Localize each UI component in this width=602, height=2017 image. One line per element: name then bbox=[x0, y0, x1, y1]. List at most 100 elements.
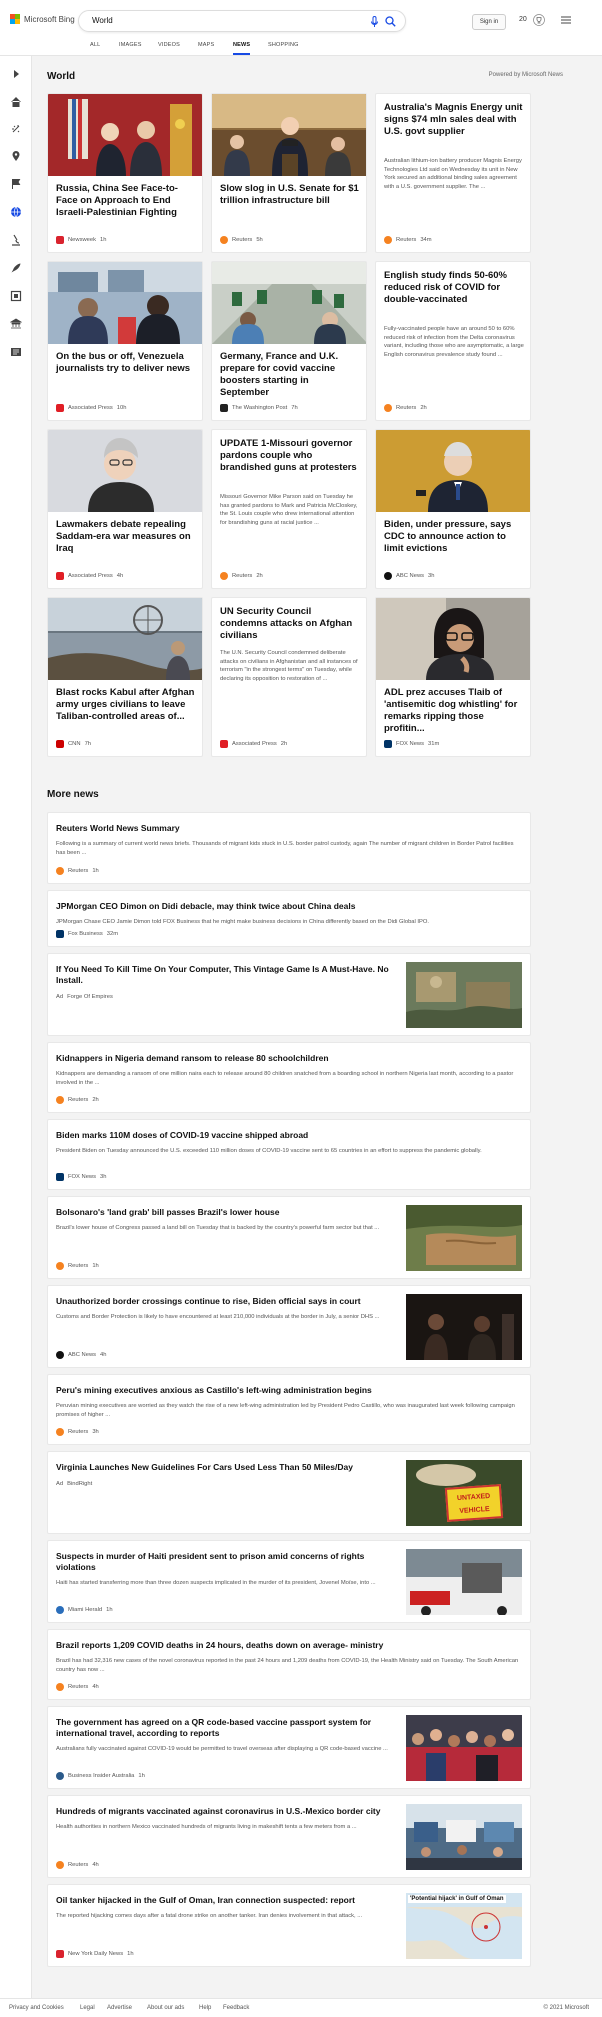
list-item-title[interactable]: The government has agreed on a QR code-b… bbox=[56, 1717, 396, 1739]
list-item[interactable]: JPMorgan CEO Dimon on Didi debacle, may … bbox=[47, 890, 531, 947]
signin-button[interactable]: Sign in bbox=[472, 14, 506, 30]
list-item-source[interactable]: Reuters 2h bbox=[56, 1096, 99, 1104]
list-item[interactable]: Peru's mining executives anxious as Cast… bbox=[47, 1374, 531, 1445]
bank-icon[interactable] bbox=[10, 318, 22, 330]
search-input[interactable]: World bbox=[78, 10, 406, 32]
card-source[interactable]: Reuters 2h bbox=[384, 404, 427, 412]
flag-icon[interactable] bbox=[10, 178, 22, 190]
list-item-source[interactable]: Ad BindRight bbox=[56, 1481, 92, 1487]
news-card[interactable]: Biden, under pressure, says CDC to annou… bbox=[375, 429, 531, 589]
globe-icon[interactable] bbox=[10, 206, 22, 218]
news-card[interactable]: UN Security Council condemns attacks on … bbox=[211, 597, 367, 757]
card-title[interactable]: Biden, under pressure, says CDC to annou… bbox=[384, 519, 524, 555]
list-item-source[interactable]: Fox Business 32m bbox=[56, 930, 118, 938]
list-item-source[interactable]: FOX News 3h bbox=[56, 1173, 106, 1181]
film-icon[interactable] bbox=[10, 290, 22, 302]
microphone-icon[interactable] bbox=[370, 16, 379, 28]
footer-link-privacy[interactable]: Privacy and Cookies bbox=[9, 2005, 64, 2011]
list-item-source[interactable]: Reuters 4h bbox=[56, 1861, 99, 1869]
card-source[interactable]: Associated Press 2h bbox=[220, 740, 287, 748]
list-item-source[interactable]: Ad Forge Of Empires bbox=[56, 994, 113, 1000]
tab-videos[interactable]: VIDEOS bbox=[158, 42, 180, 48]
news-card[interactable]: UPDATE 1-Missouri governor pardons coupl… bbox=[211, 429, 367, 589]
card-title[interactable]: UPDATE 1-Missouri governor pardons coupl… bbox=[220, 438, 360, 474]
list-item-source[interactable]: New York Daily News 1h bbox=[56, 1950, 134, 1958]
card-source[interactable]: Associated Press 4h bbox=[56, 572, 123, 580]
hamburger-icon[interactable] bbox=[561, 16, 571, 24]
card-source[interactable]: Reuters 2h bbox=[220, 572, 263, 580]
location-icon[interactable] bbox=[10, 150, 22, 162]
card-title[interactable]: Russia, China See Face-to-Face on Approa… bbox=[56, 183, 196, 219]
list-item-title[interactable]: JPMorgan CEO Dimon on Didi debacle, may … bbox=[56, 901, 522, 912]
list-item[interactable]: The government has agreed on a QR code-b… bbox=[47, 1706, 531, 1789]
bing-logo[interactable]: Microsoft Bing bbox=[10, 14, 75, 24]
search-icon[interactable] bbox=[385, 16, 396, 27]
card-title[interactable]: ADL prez accuses Tlaib of 'antisemitic d… bbox=[384, 687, 524, 735]
list-item-title[interactable]: Oil tanker hijacked in the Gulf of Oman,… bbox=[56, 1895, 396, 1906]
news-card[interactable]: Blast rocks Kabul after Afghan army urge… bbox=[47, 597, 203, 757]
chevron-right-icon[interactable] bbox=[10, 68, 22, 80]
rocket-icon[interactable] bbox=[10, 262, 22, 274]
list-item[interactable]: Suspects in murder of Haiti president se… bbox=[47, 1540, 531, 1623]
card-title[interactable]: Australia's Magnis Energy unit signs $74… bbox=[384, 102, 524, 138]
card-source[interactable]: Associated Press 10h bbox=[56, 404, 126, 412]
card-source[interactable]: The Washington Post 7h bbox=[220, 404, 298, 412]
list-item-source[interactable]: Reuters 4h bbox=[56, 1683, 99, 1691]
sparkle-icon[interactable] bbox=[10, 123, 22, 135]
list-item-source[interactable]: Reuters 3h bbox=[56, 1428, 99, 1436]
footer-link-feedback[interactable]: Feedback bbox=[223, 2005, 249, 2011]
list-item-source[interactable]: Reuters 1h bbox=[56, 867, 99, 875]
card-source[interactable]: FOX News 31m bbox=[384, 740, 439, 748]
card-source[interactable]: CNN 7h bbox=[56, 740, 91, 748]
footer-link-help[interactable]: Help bbox=[199, 2005, 211, 2011]
card-title[interactable]: Lawmakers debate repealing Saddam-era wa… bbox=[56, 519, 196, 555]
card-source[interactable]: Newsweek 1h bbox=[56, 236, 106, 244]
news-card[interactable]: Germany, France and U.K. prepare for cov… bbox=[211, 261, 367, 421]
news-card[interactable]: ADL prez accuses Tlaib of 'antisemitic d… bbox=[375, 597, 531, 757]
list-item-source[interactable]: ABC News 4h bbox=[56, 1351, 106, 1359]
home-icon[interactable] bbox=[10, 96, 22, 108]
footer-link-about-ads[interactable]: About our ads bbox=[147, 2005, 184, 2011]
list-item[interactable]: Reuters World News Summary Following is … bbox=[47, 812, 531, 884]
tab-images[interactable]: IMAGES bbox=[119, 42, 142, 48]
search-query[interactable]: World bbox=[92, 16, 113, 25]
tab-all[interactable]: ALL bbox=[90, 42, 100, 48]
list-item-title[interactable]: Virginia Launches New Guidelines For Car… bbox=[56, 1462, 396, 1473]
footer-link-legal[interactable]: Legal bbox=[80, 2005, 95, 2011]
list-item-title[interactable]: If You Need To Kill Time On Your Compute… bbox=[56, 964, 396, 986]
list-item[interactable]: Brazil reports 1,209 COVID deaths in 24 … bbox=[47, 1629, 531, 1700]
rewards-points[interactable]: 20 bbox=[519, 16, 527, 23]
card-title[interactable]: Germany, France and U.K. prepare for cov… bbox=[220, 351, 360, 399]
card-title[interactable]: Slow slog in U.S. Senate for $1 trillion… bbox=[220, 183, 360, 207]
card-title[interactable]: On the bus or off, Venezuela journalists… bbox=[56, 351, 196, 375]
news-card[interactable]: Lawmakers debate repealing Saddam-era wa… bbox=[47, 429, 203, 589]
news-card[interactable]: Australia's Magnis Energy unit signs $74… bbox=[375, 93, 531, 253]
news-icon[interactable] bbox=[10, 346, 22, 358]
list-item[interactable]: Hundreds of migrants vaccinated against … bbox=[47, 1795, 531, 1878]
list-item-title[interactable]: Biden marks 110M doses of COVID-19 vacci… bbox=[56, 1130, 522, 1141]
list-item-title[interactable]: Bolsonaro's 'land grab' bill passes Braz… bbox=[56, 1207, 396, 1218]
tab-maps[interactable]: MAPS bbox=[198, 42, 214, 48]
list-item[interactable]: Biden marks 110M doses of COVID-19 vacci… bbox=[47, 1119, 531, 1190]
list-item-title[interactable]: Suspects in murder of Haiti president se… bbox=[56, 1551, 396, 1573]
news-card[interactable]: On the bus or off, Venezuela journalists… bbox=[47, 261, 203, 421]
footer-link-advertise[interactable]: Advertise bbox=[107, 2005, 132, 2011]
list-item[interactable]: Bolsonaro's 'land grab' bill passes Braz… bbox=[47, 1196, 531, 1279]
list-item-source[interactable]: Business Insider Australia 1h bbox=[56, 1772, 145, 1780]
ad-list-item[interactable]: Virginia Launches New Guidelines For Car… bbox=[47, 1451, 531, 1534]
list-item-title[interactable]: Reuters World News Summary bbox=[56, 823, 522, 834]
news-card[interactable]: Slow slog in U.S. Senate for $1 trillion… bbox=[211, 93, 367, 253]
list-item[interactable]: Kidnappers in Nigeria demand ransom to r… bbox=[47, 1042, 531, 1113]
list-item-title[interactable]: Peru's mining executives anxious as Cast… bbox=[56, 1385, 522, 1396]
list-item[interactable]: Oil tanker hijacked in the Gulf of Oman,… bbox=[47, 1884, 531, 1967]
news-card[interactable]: Russia, China See Face-to-Face on Approa… bbox=[47, 93, 203, 253]
list-item-title[interactable]: Kidnappers in Nigeria demand ransom to r… bbox=[56, 1053, 522, 1064]
news-card[interactable]: English study finds 50-60% reduced risk … bbox=[375, 261, 531, 421]
list-item-title[interactable]: Unauthorized border crossings continue t… bbox=[56, 1296, 396, 1307]
list-item[interactable]: Unauthorized border crossings continue t… bbox=[47, 1285, 531, 1368]
card-source[interactable]: ABC News 3h bbox=[384, 572, 434, 580]
list-item-source[interactable]: Reuters 1h bbox=[56, 1262, 99, 1270]
card-title[interactable]: Blast rocks Kabul after Afghan army urge… bbox=[56, 687, 196, 723]
list-item-title[interactable]: Hundreds of migrants vaccinated against … bbox=[56, 1806, 396, 1817]
card-title[interactable]: English study finds 50-60% reduced risk … bbox=[384, 270, 524, 306]
